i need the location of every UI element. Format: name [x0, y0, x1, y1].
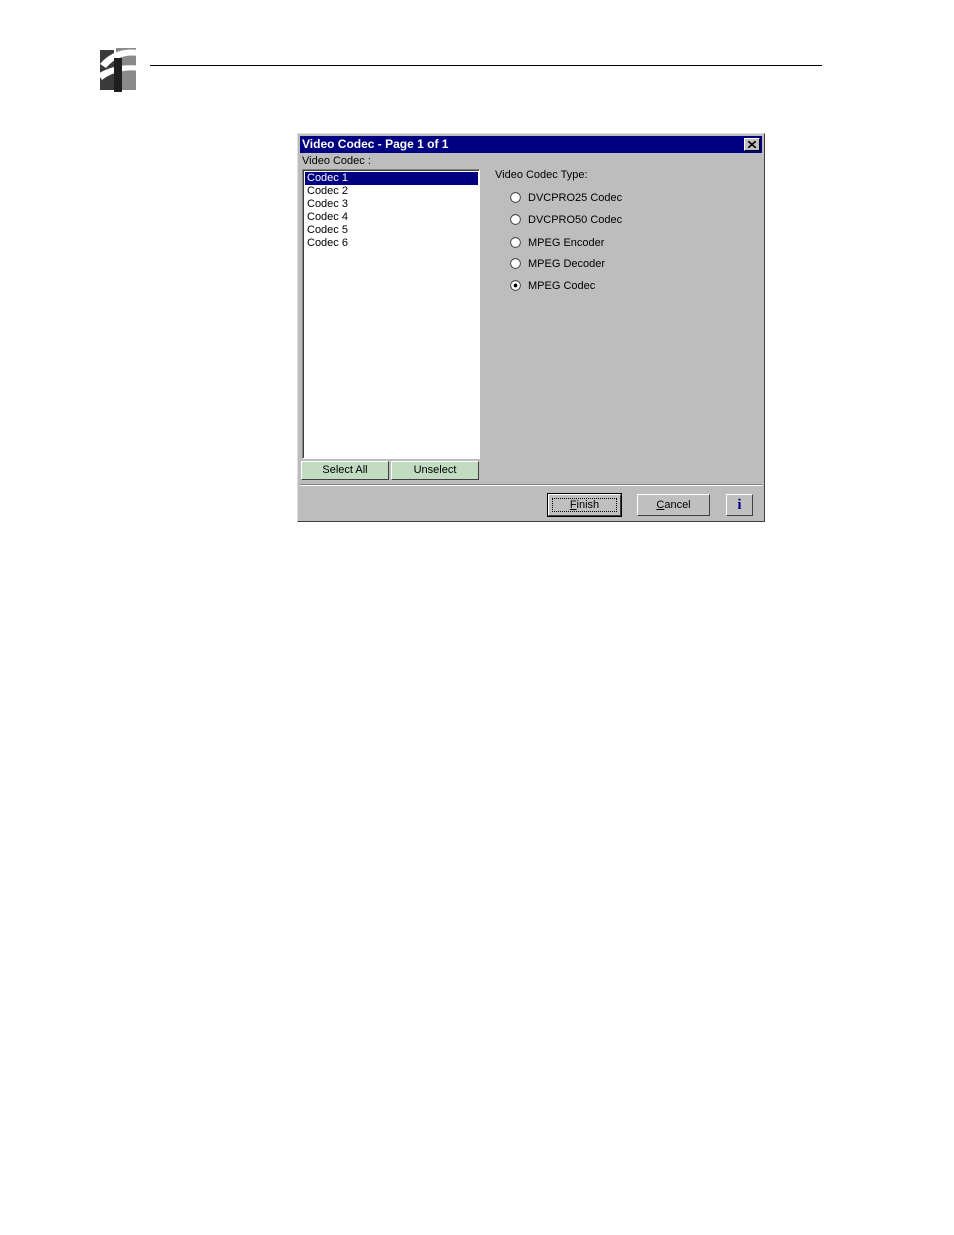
list-item-codec-6[interactable]: Codec 6	[305, 237, 478, 250]
list-item-codec-3[interactable]: Codec 3	[305, 198, 478, 211]
unselect-button[interactable]: Unselect	[391, 461, 479, 480]
codec-listbox[interactable]: Codec 1 Codec 2 Codec 3 Codec 4 Codec 5 …	[302, 169, 480, 459]
radio-unchecked-icon	[510, 237, 521, 248]
codec-type-caption: Video Codec Type:	[495, 169, 588, 181]
radio-label: MPEG Decoder	[528, 258, 606, 270]
radio-label: DVCPRO50 Codec	[528, 214, 623, 226]
radio-label: MPEG Codec	[528, 280, 596, 292]
company-logo-icon	[96, 44, 140, 94]
list-item-codec-1[interactable]: Codec 1	[305, 172, 478, 185]
header-rule	[150, 65, 822, 66]
radio-unchecked-icon	[510, 192, 521, 203]
list-item-codec-4[interactable]: Codec 4	[305, 211, 478, 224]
codec-list-caption: Video Codec :	[302, 155, 371, 167]
select-all-button[interactable]: Select All	[301, 461, 389, 480]
list-item-codec-5[interactable]: Codec 5	[305, 224, 478, 237]
radio-unchecked-icon	[510, 214, 521, 225]
close-button[interactable]	[744, 138, 760, 151]
separator	[300, 484, 762, 486]
radio-unchecked-icon	[510, 258, 521, 269]
info-icon: i	[737, 497, 742, 513]
video-codec-dialog: Video Codec - Page 1 of 1 Video Codec : …	[297, 133, 765, 522]
radio-label: DVCPRO25 Codec	[528, 192, 623, 204]
cancel-button[interactable]: Cancel	[637, 494, 710, 516]
radio-checked-icon	[510, 280, 521, 291]
focus-rect	[552, 498, 617, 512]
finish-button[interactable]: Finish	[547, 493, 622, 517]
list-item-codec-2[interactable]: Codec 2	[305, 185, 478, 198]
radio-label: MPEG Encoder	[528, 237, 605, 249]
cancel-label: ancel	[664, 499, 691, 511]
info-button[interactable]: i	[726, 494, 753, 516]
close-icon	[748, 141, 756, 148]
title-bar[interactable]: Video Codec - Page 1 of 1	[300, 136, 762, 153]
dialog-title: Video Codec - Page 1 of 1	[302, 137, 449, 151]
